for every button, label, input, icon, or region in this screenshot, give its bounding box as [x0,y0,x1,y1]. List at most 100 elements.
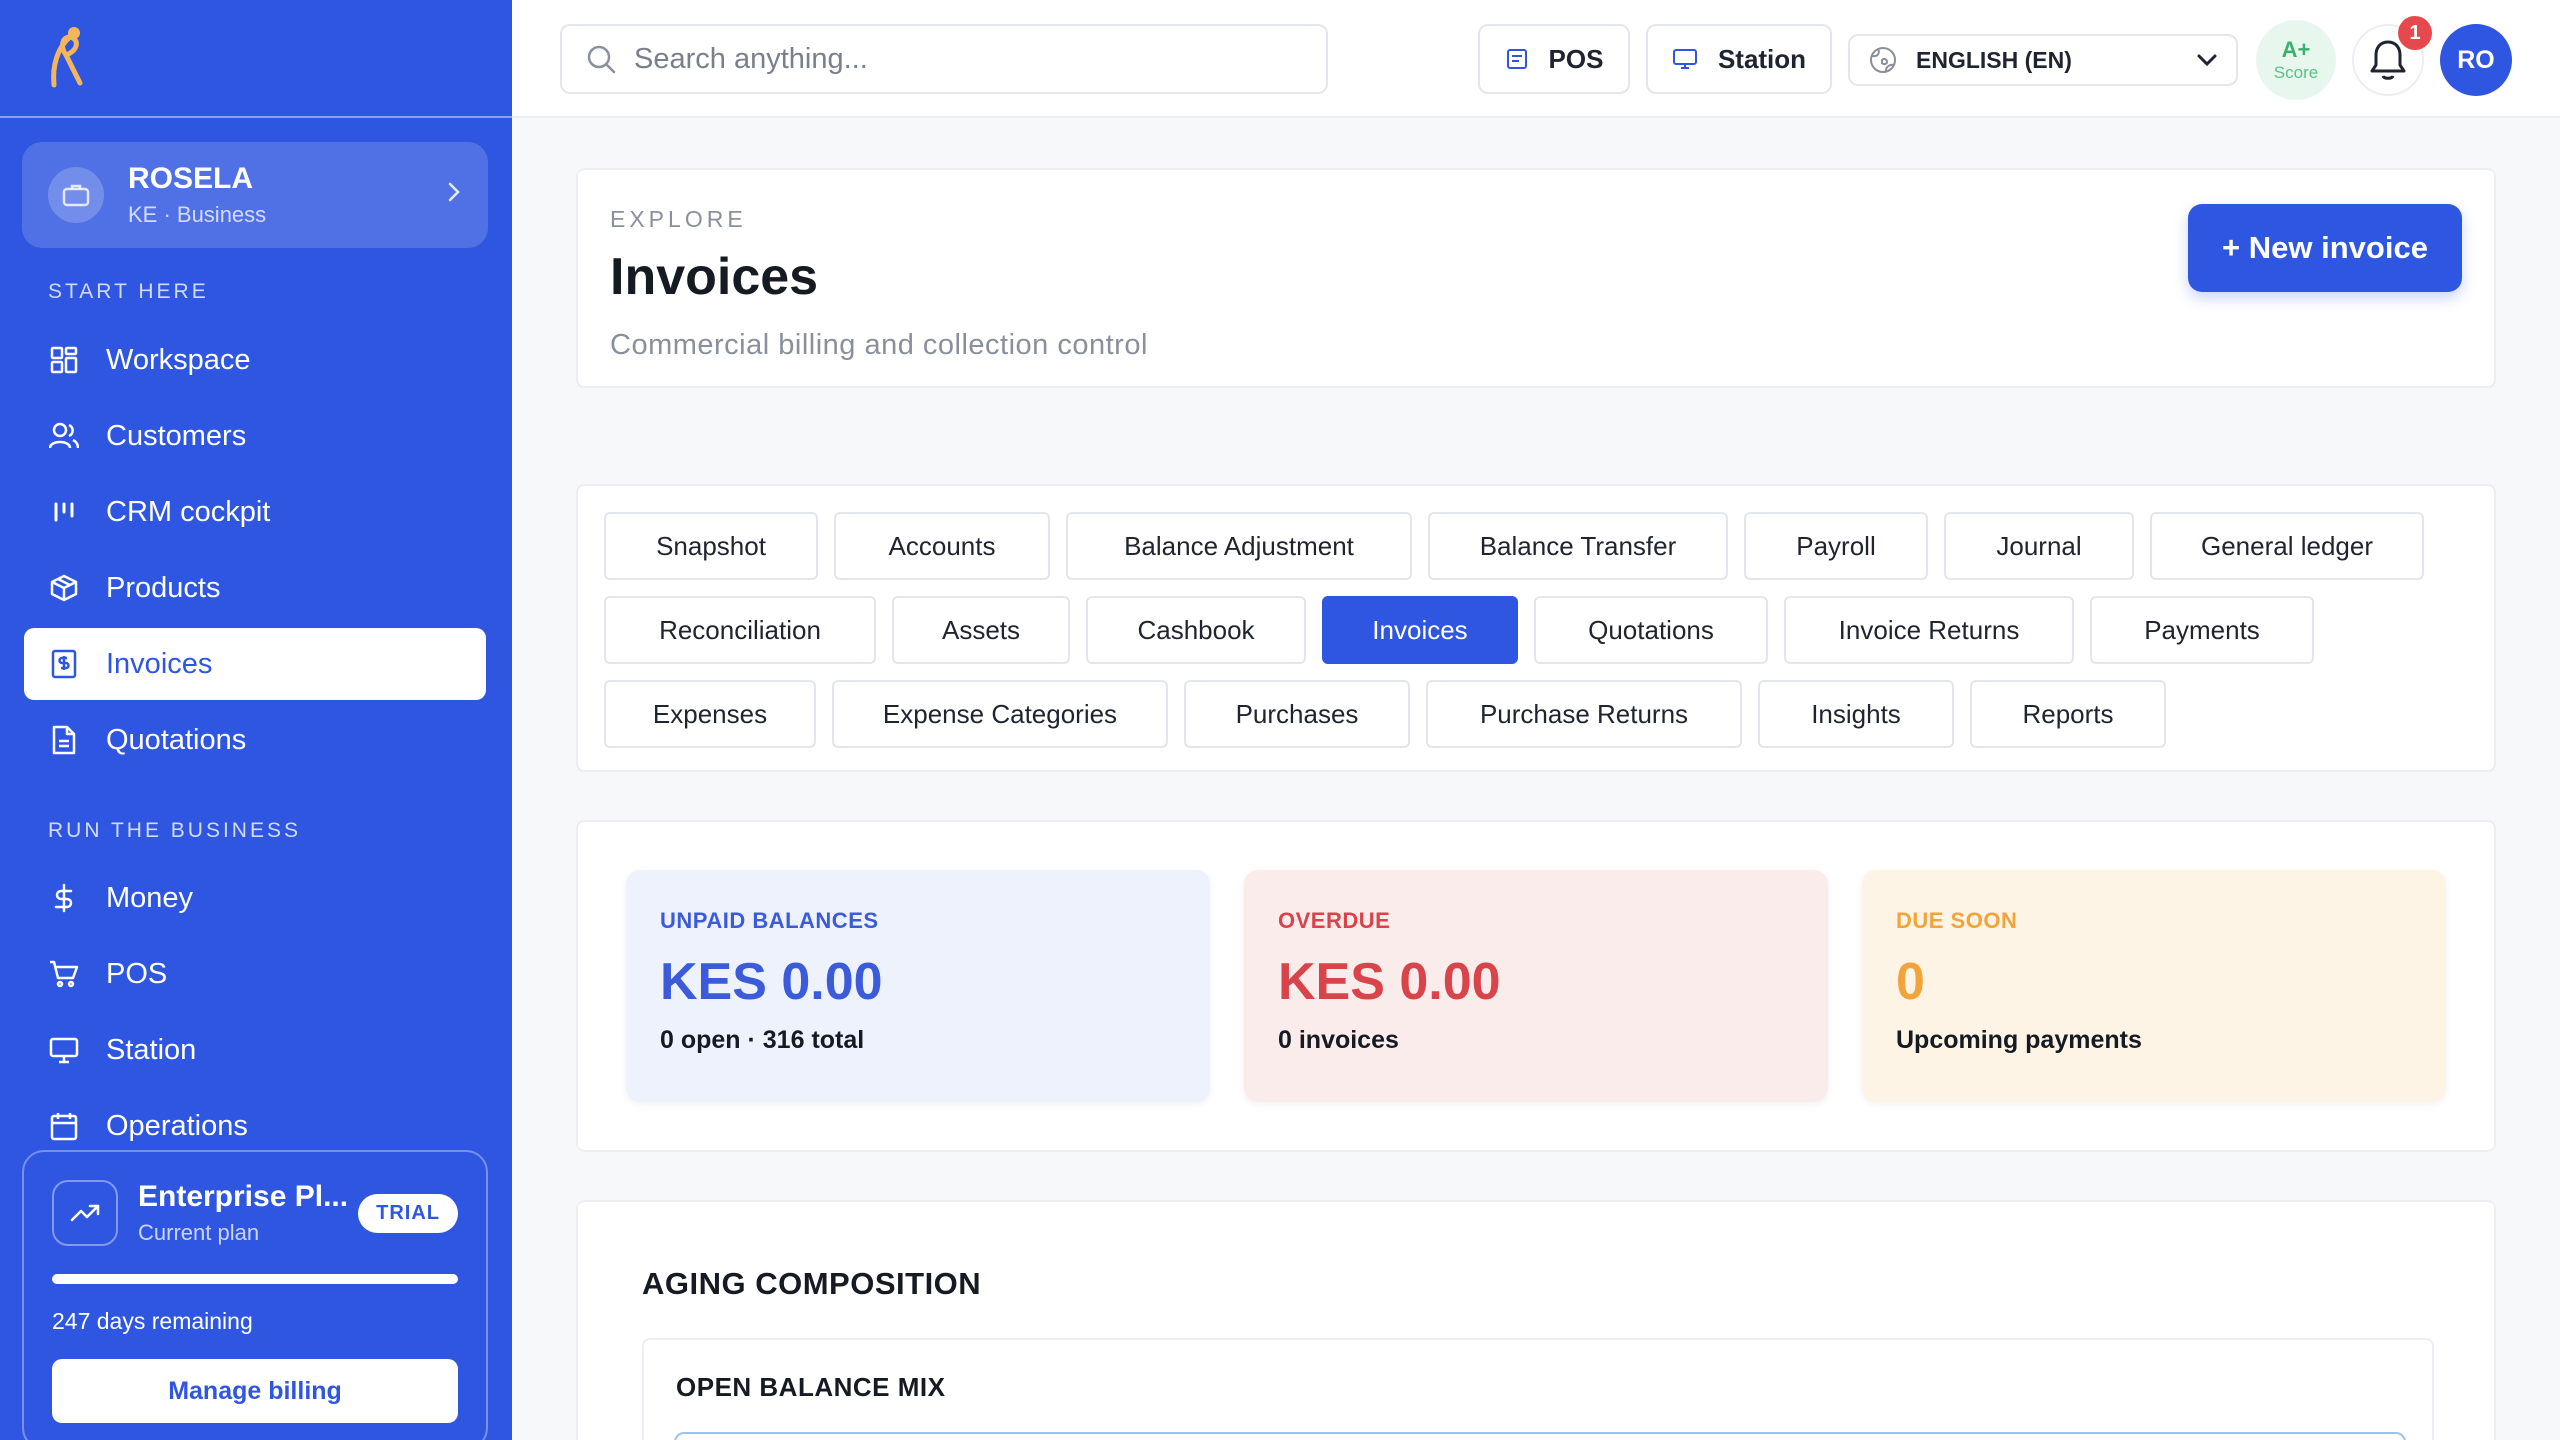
score-grade: A+ [2281,37,2311,62]
tab-cashbook[interactable]: Cashbook [1086,596,1306,664]
section-label-run: RUN THE BUSINESS [48,819,301,842]
language-select[interactable]: ENGLISH (EN) [1848,34,2238,86]
stat-card-overdue[interactable]: OVERDUE KES 0.00 0 invoices [1244,870,1828,1102]
tab-expense-categories[interactable]: Expense Categories [832,680,1168,748]
tab-insights[interactable]: Insights [1758,680,1954,748]
invoice-stats: UNPAID BALANCES KES 0.00 0 open · 316 to… [576,820,2496,1152]
sidebar-item-money[interactable]: Money [24,862,486,934]
sidebar-item-label: CRM cockpit [106,495,271,528]
plan-progress-bar [52,1274,458,1284]
tab-invoice-returns[interactable]: Invoice Returns [1784,596,2074,664]
sidebar-item-label: Money [106,881,194,914]
tab-general-ledger[interactable]: General ledger [2150,512,2424,580]
tab-balance-adjustment[interactable]: Balance Adjustment [1066,512,1412,580]
tab-purchases[interactable]: Purchases [1184,680,1410,748]
language-select-value: ENGLISH (EN) [1916,46,2072,73]
section-label-start: START HERE [48,280,209,303]
tab-snapshot[interactable]: Snapshot [604,512,818,580]
pos-button-label: POS [1548,43,1604,74]
stat-value: KES 0.00 [660,953,883,1011]
sidebar-item-label: Customers [106,419,247,452]
chevron-right-icon [446,179,462,211]
page-eyebrow: EXPLORE [610,206,747,232]
sidebar-item-label: Invoices [106,647,213,680]
stat-card-unpaid[interactable]: UNPAID BALANCES KES 0.00 0 open · 316 to… [626,870,1210,1102]
monitor-icon [1672,47,1698,71]
sidebar-item-pos[interactable]: POS [24,938,486,1010]
sidebar-item-quotations[interactable]: Quotations [24,704,486,776]
stat-value: KES 0.00 [1278,953,1501,1011]
sidebar-item-label: Station [106,1033,197,1066]
search-box[interactable] [560,24,1328,94]
trial-badge: TRIAL [358,1193,458,1233]
tab-invoices[interactable]: Invoices [1322,596,1518,664]
briefcase-icon [48,167,104,223]
new-invoice-button[interactable]: + New invoice [2188,204,2462,292]
stat-label: DUE SOON [1896,908,2018,933]
tab-accounts[interactable]: Accounts [834,512,1050,580]
manage-billing-button[interactable]: Manage billing [52,1359,458,1423]
plan-card: Enterprise Pl... Current plan TRIAL 247 … [22,1150,488,1440]
module-tabs: Snapshot Accounts Balance Adjustment Bal… [576,484,2496,772]
tab-reconciliation[interactable]: Reconciliation [604,596,876,664]
grid-icon [48,344,80,376]
stat-subtext: Upcoming payments [1896,1026,2142,1054]
org-name: ROSELA [128,162,254,195]
sidebar-item-label: Operations [106,1109,248,1142]
invoice-icon [48,648,80,680]
stat-value: 0 [1896,953,1925,1011]
sidebar-item-workspace[interactable]: Workspace [24,324,486,396]
sidebar-item-customers[interactable]: Customers [24,400,486,472]
brand-logo-icon [51,27,83,88]
monitor-icon [48,1034,80,1066]
plan-name: Enterprise Pl... [138,1180,349,1213]
cart-icon [48,958,80,990]
tab-payroll[interactable]: Payroll [1744,512,1928,580]
station-button[interactable]: Station [1646,24,1832,94]
sidebar-item-station[interactable]: Station [24,1014,486,1086]
logo[interactable] [0,0,512,118]
bars-icon [48,496,80,528]
user-avatar[interactable]: RO [2440,24,2512,96]
sidebar-item-products[interactable]: Products [24,552,486,624]
topbar: POS Station ENGLISH (EN) A+ Score 1 RO [512,0,2560,118]
document-icon [48,724,80,756]
tab-balance-transfer[interactable]: Balance Transfer [1428,512,1728,580]
search-icon [586,44,616,74]
tab-journal[interactable]: Journal [1944,512,2134,580]
sidebar: ROSELA KE · Business START HERE Workspac… [0,0,512,1440]
org-switcher[interactable]: ROSELA KE · Business [22,142,488,248]
aging-title: AGING COMPOSITION [642,1266,982,1301]
plan-subtitle: Current plan [138,1220,260,1245]
stat-label: OVERDUE [1278,908,1391,933]
notification-count-badge: 1 [2398,16,2432,50]
tab-quotations[interactable]: Quotations [1534,596,1768,664]
station-button-label: Station [1717,43,1807,74]
users-icon [48,420,80,452]
open-balance-mix-panel: OPEN BALANCE MIX [642,1338,2434,1440]
tab-assets[interactable]: Assets [892,596,1070,664]
score-label: Score [2273,63,2319,82]
open-balance-mix-title: OPEN BALANCE MIX [676,1372,946,1402]
sidebar-item-crm-cockpit[interactable]: CRM cockpit [24,476,486,548]
stat-card-due-soon[interactable]: DUE SOON 0 Upcoming payments [1862,870,2446,1102]
sidebar-item-label: Products [106,571,221,604]
plan-progress-fill [52,1274,458,1284]
tab-expenses[interactable]: Expenses [604,680,816,748]
org-subtitle: KE · Business [128,202,267,227]
globe-icon [1868,45,1898,75]
tab-reports[interactable]: Reports [1970,680,2166,748]
score-badge[interactable]: A+ Score [2256,20,2336,100]
tab-purchase-returns[interactable]: Purchase Returns [1426,680,1742,748]
tab-payments[interactable]: Payments [2090,596,2314,664]
page-subtitle: Commercial billing and collection contro… [610,329,1148,361]
pos-button[interactable]: POS [1478,24,1630,94]
sidebar-item-label: Workspace [106,343,251,376]
receipt-icon [1505,47,1529,71]
sidebar-item-invoices[interactable]: Invoices [24,628,486,700]
calendar-icon [48,1110,80,1142]
plan-days-remaining: 247 days remaining [52,1308,253,1334]
sidebar-item-label: POS [106,957,168,990]
search-input[interactable] [634,42,1314,76]
stat-subtext: 0 invoices [1278,1026,1399,1054]
